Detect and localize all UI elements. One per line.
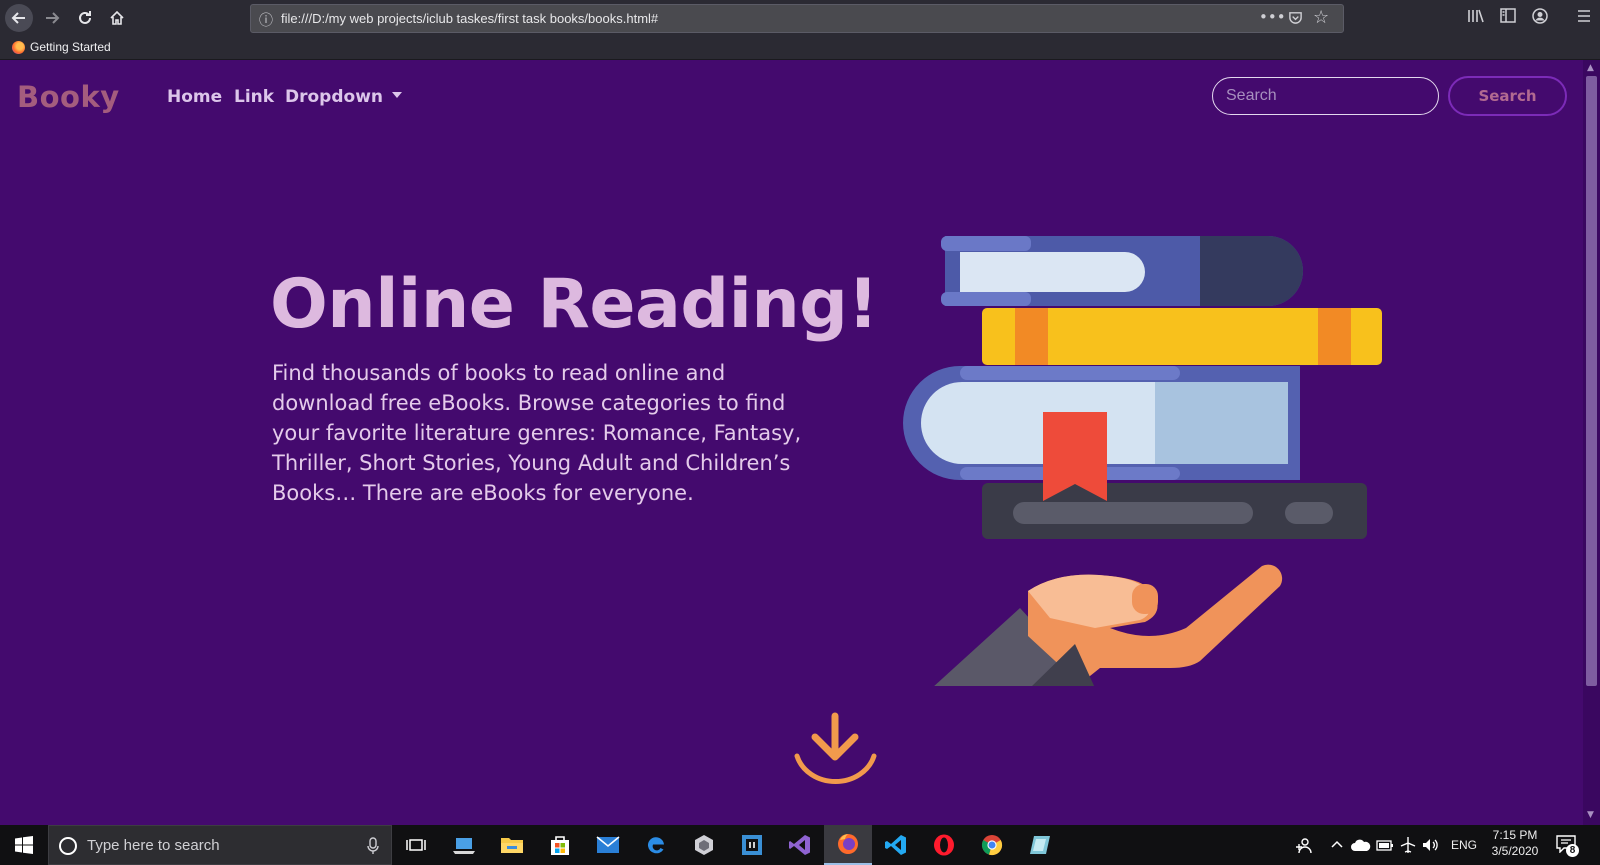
reload-icon — [79, 11, 91, 24]
library-icon[interactable] — [1467, 8, 1484, 28]
laptop-icon — [453, 838, 475, 854]
reload-button[interactable] — [71, 4, 99, 32]
task-view-button[interactable] — [392, 825, 440, 865]
scroll-down-arrow-icon[interactable] — [788, 712, 884, 794]
account-icon[interactable] — [1532, 8, 1548, 28]
opera-icon — [934, 834, 954, 856]
microphone-icon[interactable] — [367, 837, 379, 855]
browser-toolbar: ⓘ file:///D:/my web projects/iclub taske… — [0, 0, 1600, 37]
page-scrollbar[interactable]: ▲ ▼ — [1583, 60, 1600, 825]
task-view-icon — [406, 839, 426, 851]
chevron-up-icon[interactable] — [1331, 839, 1343, 849]
hero-title: Online Reading! — [270, 265, 879, 344]
forward-button[interactable] — [38, 4, 66, 32]
hand — [934, 564, 1283, 686]
windows-logo-icon — [15, 836, 33, 854]
scroll-down-icon[interactable]: ▼ — [1587, 810, 1594, 820]
dev-app[interactable] — [728, 825, 776, 865]
yellow-book — [982, 308, 1382, 365]
clock-time: 7:15 PM — [1492, 828, 1538, 842]
visual-studio-icon — [789, 835, 810, 855]
tool-app[interactable] — [1016, 825, 1064, 865]
cortana-icon — [59, 837, 77, 855]
tool-app-icon — [1030, 836, 1050, 854]
mail-app[interactable] — [584, 825, 632, 865]
info-icon[interactable]: ⓘ — [259, 10, 273, 30]
folder-icon — [501, 838, 523, 853]
language-indicator[interactable]: ENG — [1451, 838, 1477, 852]
notification-count-badge: 8 — [1566, 844, 1579, 857]
web-page: Booky Home Link Dropdown Search Online R… — [0, 60, 1583, 825]
caret-down-icon — [392, 92, 402, 98]
microsoft-store-app[interactable] — [536, 825, 584, 865]
nav-dropdown-label: Dropdown — [285, 87, 383, 107]
forward-arrow-icon — [46, 12, 60, 24]
laptop-app[interactable] — [440, 825, 488, 865]
file-explorer-app[interactable] — [488, 825, 536, 865]
bookmarks-toolbar: Getting Started — [0, 37, 1600, 60]
nav-home-link[interactable]: Home — [167, 87, 222, 107]
vscode-app[interactable] — [872, 825, 920, 865]
mail-icon — [596, 836, 620, 853]
menu-icon[interactable] — [1577, 8, 1591, 27]
game-app[interactable] — [680, 825, 728, 865]
firefox-icon — [12, 40, 25, 54]
nav-dropdown[interactable]: Dropdown — [285, 87, 402, 107]
clock[interactable]: 7:15 PM 3/5/2020 — [1485, 828, 1545, 858]
onedrive-cloud-icon[interactable] — [1351, 838, 1371, 852]
url-bar[interactable]: ⓘ file:///D:/my web projects/iclub taske… — [250, 4, 1344, 33]
dev-app-icon — [742, 835, 762, 855]
store-bag-icon — [551, 836, 569, 855]
vscode-icon — [885, 835, 906, 855]
back-button[interactable] — [5, 4, 33, 32]
opera-app[interactable] — [920, 825, 968, 865]
back-arrow-icon — [11, 12, 25, 24]
firefox-taskbar-icon — [838, 834, 858, 854]
action-center-button[interactable]: 8 — [1556, 835, 1580, 857]
brand-logo[interactable]: Booky — [17, 80, 120, 114]
taskbar-search-placeholder: Type here to search — [87, 837, 220, 854]
bookmark-label: Getting Started — [30, 40, 111, 54]
bookmark-star-icon[interactable]: ☆ — [1313, 7, 1329, 28]
chrome-icon — [981, 835, 1003, 856]
volume-icon[interactable] — [1421, 836, 1439, 854]
more-actions-icon[interactable]: ••• — [1259, 8, 1286, 26]
hexagon-app-icon — [695, 835, 713, 855]
battery-icon[interactable] — [1376, 838, 1394, 852]
edge-icon — [647, 837, 664, 854]
home-icon — [110, 10, 124, 25]
people-icon[interactable] — [1294, 837, 1312, 855]
url-text: file:///D:/my web projects/iclub taskes/… — [281, 11, 659, 26]
visual-studio-app[interactable] — [776, 825, 824, 865]
books-illustration — [903, 236, 1382, 686]
pocket-icon[interactable] — [1288, 10, 1303, 29]
clock-date: 3/5/2020 — [1491, 844, 1539, 858]
home-button[interactable] — [103, 4, 131, 32]
edge-app[interactable] — [632, 825, 680, 865]
windows-taskbar: Type here to search ENG 7:15 PM 3/5/2020… — [0, 825, 1600, 865]
scrollbar-thumb[interactable] — [1586, 76, 1597, 686]
bottom-book — [982, 483, 1367, 539]
airplane-mode-icon[interactable] — [1399, 836, 1417, 854]
sidebar-icon[interactable] — [1500, 8, 1516, 27]
chrome-app[interactable] — [968, 825, 1016, 865]
bookmark-getting-started[interactable]: Getting Started — [12, 40, 111, 54]
search-input[interactable] — [1212, 77, 1439, 115]
top-book — [941, 236, 1303, 306]
firefox-app[interactable] — [824, 825, 872, 865]
scroll-up-icon[interactable]: ▲ — [1587, 63, 1594, 73]
search-button[interactable]: Search — [1448, 76, 1567, 116]
start-button[interactable] — [0, 825, 48, 865]
taskbar-search-box[interactable]: Type here to search — [48, 825, 392, 865]
hero-description: Find thousands of books to read online a… — [272, 361, 802, 505]
nav-link[interactable]: Link — [234, 87, 274, 107]
